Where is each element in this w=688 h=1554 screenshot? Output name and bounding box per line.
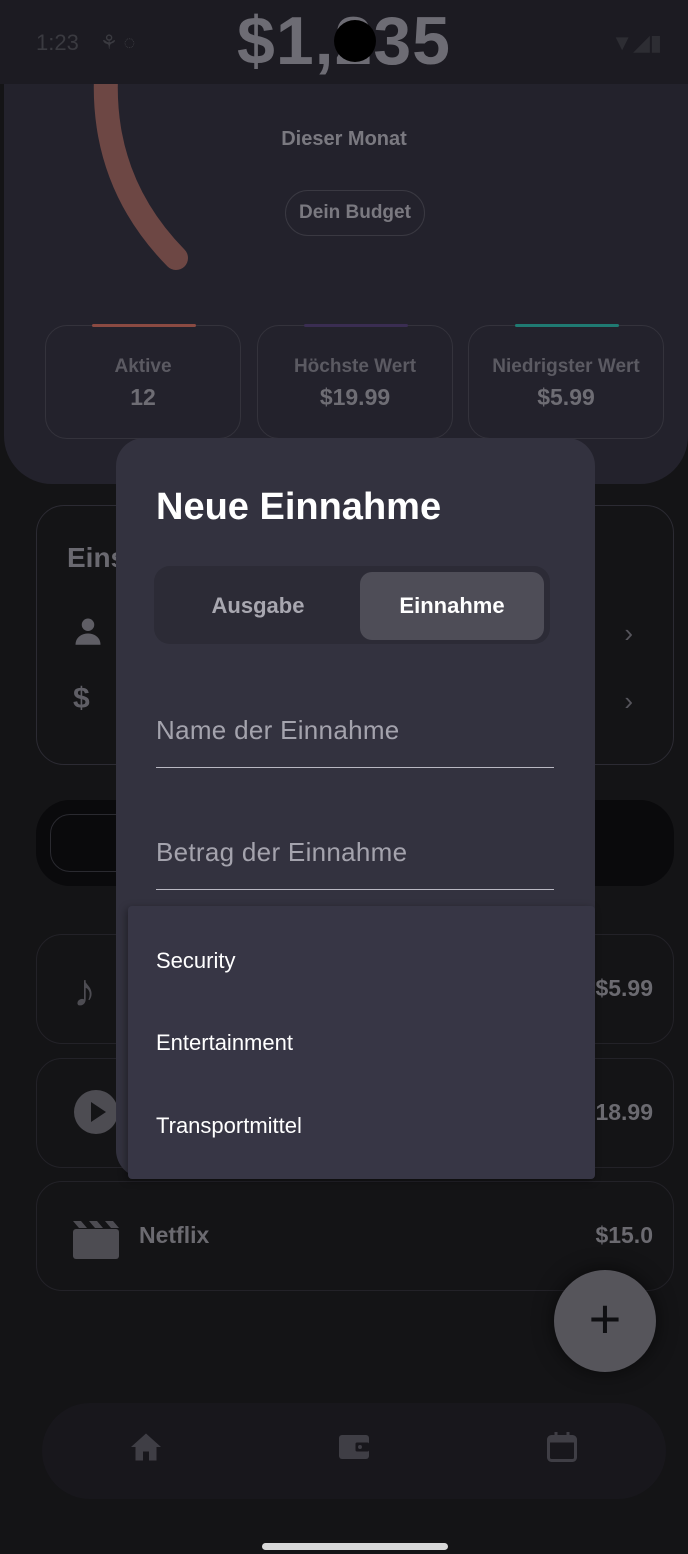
subscription-card[interactable]: Netflix $15.0 bbox=[36, 1181, 674, 1291]
stat-value: $19.99 bbox=[319, 384, 391, 410]
calendar-icon[interactable] bbox=[544, 1429, 580, 1474]
stat-value: $5.99 bbox=[537, 384, 595, 410]
person-icon bbox=[73, 616, 103, 654]
stat-label: Höchste Wert bbox=[293, 356, 417, 377]
income-name-input[interactable] bbox=[156, 686, 554, 767]
music-note-icon: ♪ bbox=[73, 964, 96, 1016]
stat-label: Aktive bbox=[114, 356, 172, 377]
subscription-price: 18.99 bbox=[595, 1099, 653, 1125]
play-circle-icon bbox=[73, 1089, 119, 1146]
clapperboard-icon bbox=[73, 1216, 119, 1270]
stat-accent-bar bbox=[304, 324, 408, 327]
income-amount-field[interactable] bbox=[156, 808, 554, 890]
home-icon[interactable] bbox=[128, 1429, 164, 1474]
subscription-price: $15.0 bbox=[595, 1222, 653, 1248]
stat-card-lowest: Niedrigster Wert $5.99 bbox=[468, 324, 664, 439]
stat-accent-bar bbox=[515, 324, 619, 327]
segment-expense[interactable]: Ausgabe bbox=[160, 572, 356, 640]
dialog-title: Neue Einnahme bbox=[156, 486, 442, 528]
income-name-field[interactable] bbox=[156, 686, 554, 768]
dropdown-option-security[interactable]: Security bbox=[156, 948, 235, 974]
stat-card-active: Aktive 12 bbox=[45, 324, 241, 439]
category-dropdown-menu: Security Entertainment Transportmittel bbox=[128, 906, 595, 1179]
subscription-price: $5.99 bbox=[595, 975, 653, 1001]
dollar-icon: $ bbox=[73, 682, 90, 715]
period-label: Dieser Monat bbox=[281, 128, 407, 150]
chevron-right-icon[interactable]: › bbox=[624, 618, 633, 649]
stat-accent-bar bbox=[92, 324, 196, 327]
stat-label: Niedrigster Wert bbox=[492, 356, 640, 377]
segment-income[interactable]: Einnahme bbox=[360, 572, 544, 640]
home-indicator[interactable] bbox=[262, 1543, 448, 1550]
dropdown-option-transport[interactable]: Transportmittel bbox=[156, 1113, 302, 1139]
camera-cutout bbox=[334, 20, 376, 62]
add-button[interactable]: + bbox=[554, 1270, 656, 1372]
wallet-icon[interactable] bbox=[336, 1429, 372, 1474]
chevron-right-icon[interactable]: › bbox=[624, 686, 633, 717]
bottom-nav bbox=[42, 1403, 666, 1499]
budget-chip[interactable]: Dein Budget bbox=[285, 190, 425, 236]
type-segmented-control: Ausgabe Einnahme bbox=[154, 566, 550, 644]
stat-card-highest: Höchste Wert $19.99 bbox=[257, 324, 453, 439]
stat-value: 12 bbox=[130, 384, 156, 410]
plus-icon: + bbox=[588, 1287, 622, 1350]
income-amount-input[interactable] bbox=[156, 808, 554, 889]
dropdown-option-entertainment[interactable]: Entertainment bbox=[156, 1030, 293, 1056]
subscription-name: Netflix bbox=[139, 1222, 210, 1248]
